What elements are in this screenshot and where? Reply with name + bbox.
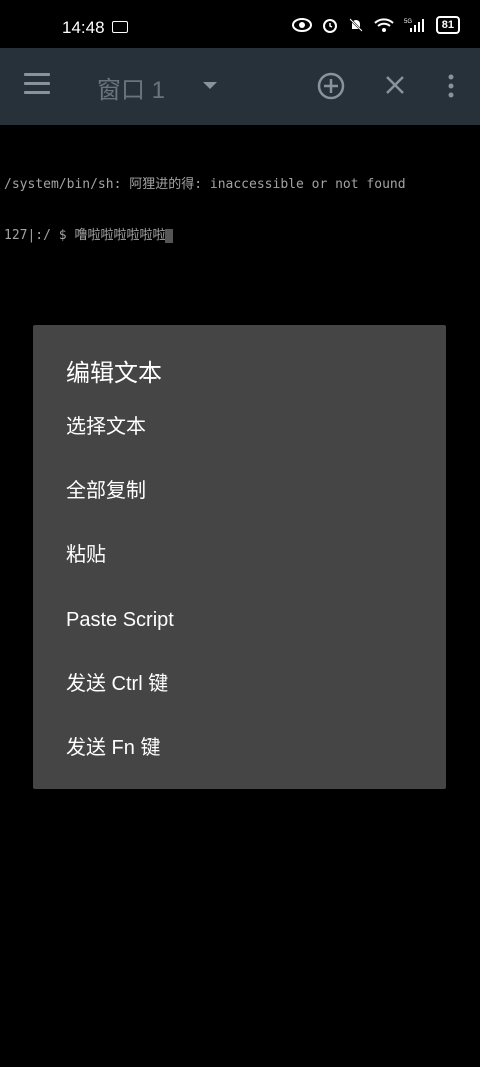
mute-bell-icon — [349, 18, 363, 32]
close-window-icon[interactable] — [383, 73, 407, 97]
terminal-output[interactable]: /system/bin/sh: 阿狸进的得: inaccessible or n… — [4, 142, 476, 261]
more-options-icon[interactable] — [447, 74, 455, 98]
battery-indicator: 81 — [435, 16, 460, 34]
dropdown-arrow-icon[interactable] — [203, 82, 217, 89]
terminal-line: /system/bin/sh: 阿狸进的得: inaccessible or n… — [4, 177, 406, 192]
notification-icon — [112, 21, 128, 33]
eye-icon — [291, 18, 312, 32]
alarm-icon — [322, 19, 337, 33]
hamburger-menu-icon[interactable] — [24, 73, 50, 95]
terminal-prompt-line: 127|:/ $ 噜啦啦啦啦啦啦 — [4, 227, 476, 244]
edit-text-dialog: 编辑文本 选择文本 全部复制 粘贴 Paste Script 发送 Ctrl 键… — [33, 325, 446, 789]
status-bar: 14:48 5G 81 — [0, 0, 480, 48]
add-window-icon[interactable] — [316, 71, 346, 101]
menu-item-copy-all[interactable]: 全部复制 — [66, 471, 446, 511]
signal-icon: 5G — [404, 19, 424, 32]
status-icons: 5G 81 — [291, 16, 460, 34]
svg-text:5G: 5G — [404, 19, 412, 25]
app-toolbar: 窗口 1 — [0, 48, 480, 125]
status-time: 14:48 — [62, 18, 105, 37]
dialog-title: 编辑文本 — [66, 360, 162, 387]
terminal-cursor — [165, 228, 174, 243]
window-selector-title[interactable]: 窗口 1 — [97, 70, 165, 105]
menu-item-paste-script[interactable]: Paste Script — [66, 600, 446, 640]
menu-item-send-ctrl[interactable]: 发送 Ctrl 键 — [66, 664, 446, 704]
menu-item-send-fn[interactable]: 发送 Fn 键 — [66, 728, 446, 768]
terminal-line: 127|:/ $ 噜啦啦啦啦啦啦 — [4, 228, 166, 243]
wifi-icon — [374, 18, 394, 32]
menu-item-select-text[interactable]: 选择文本 — [66, 407, 446, 447]
menu-item-paste[interactable]: 粘贴 — [66, 535, 446, 575]
